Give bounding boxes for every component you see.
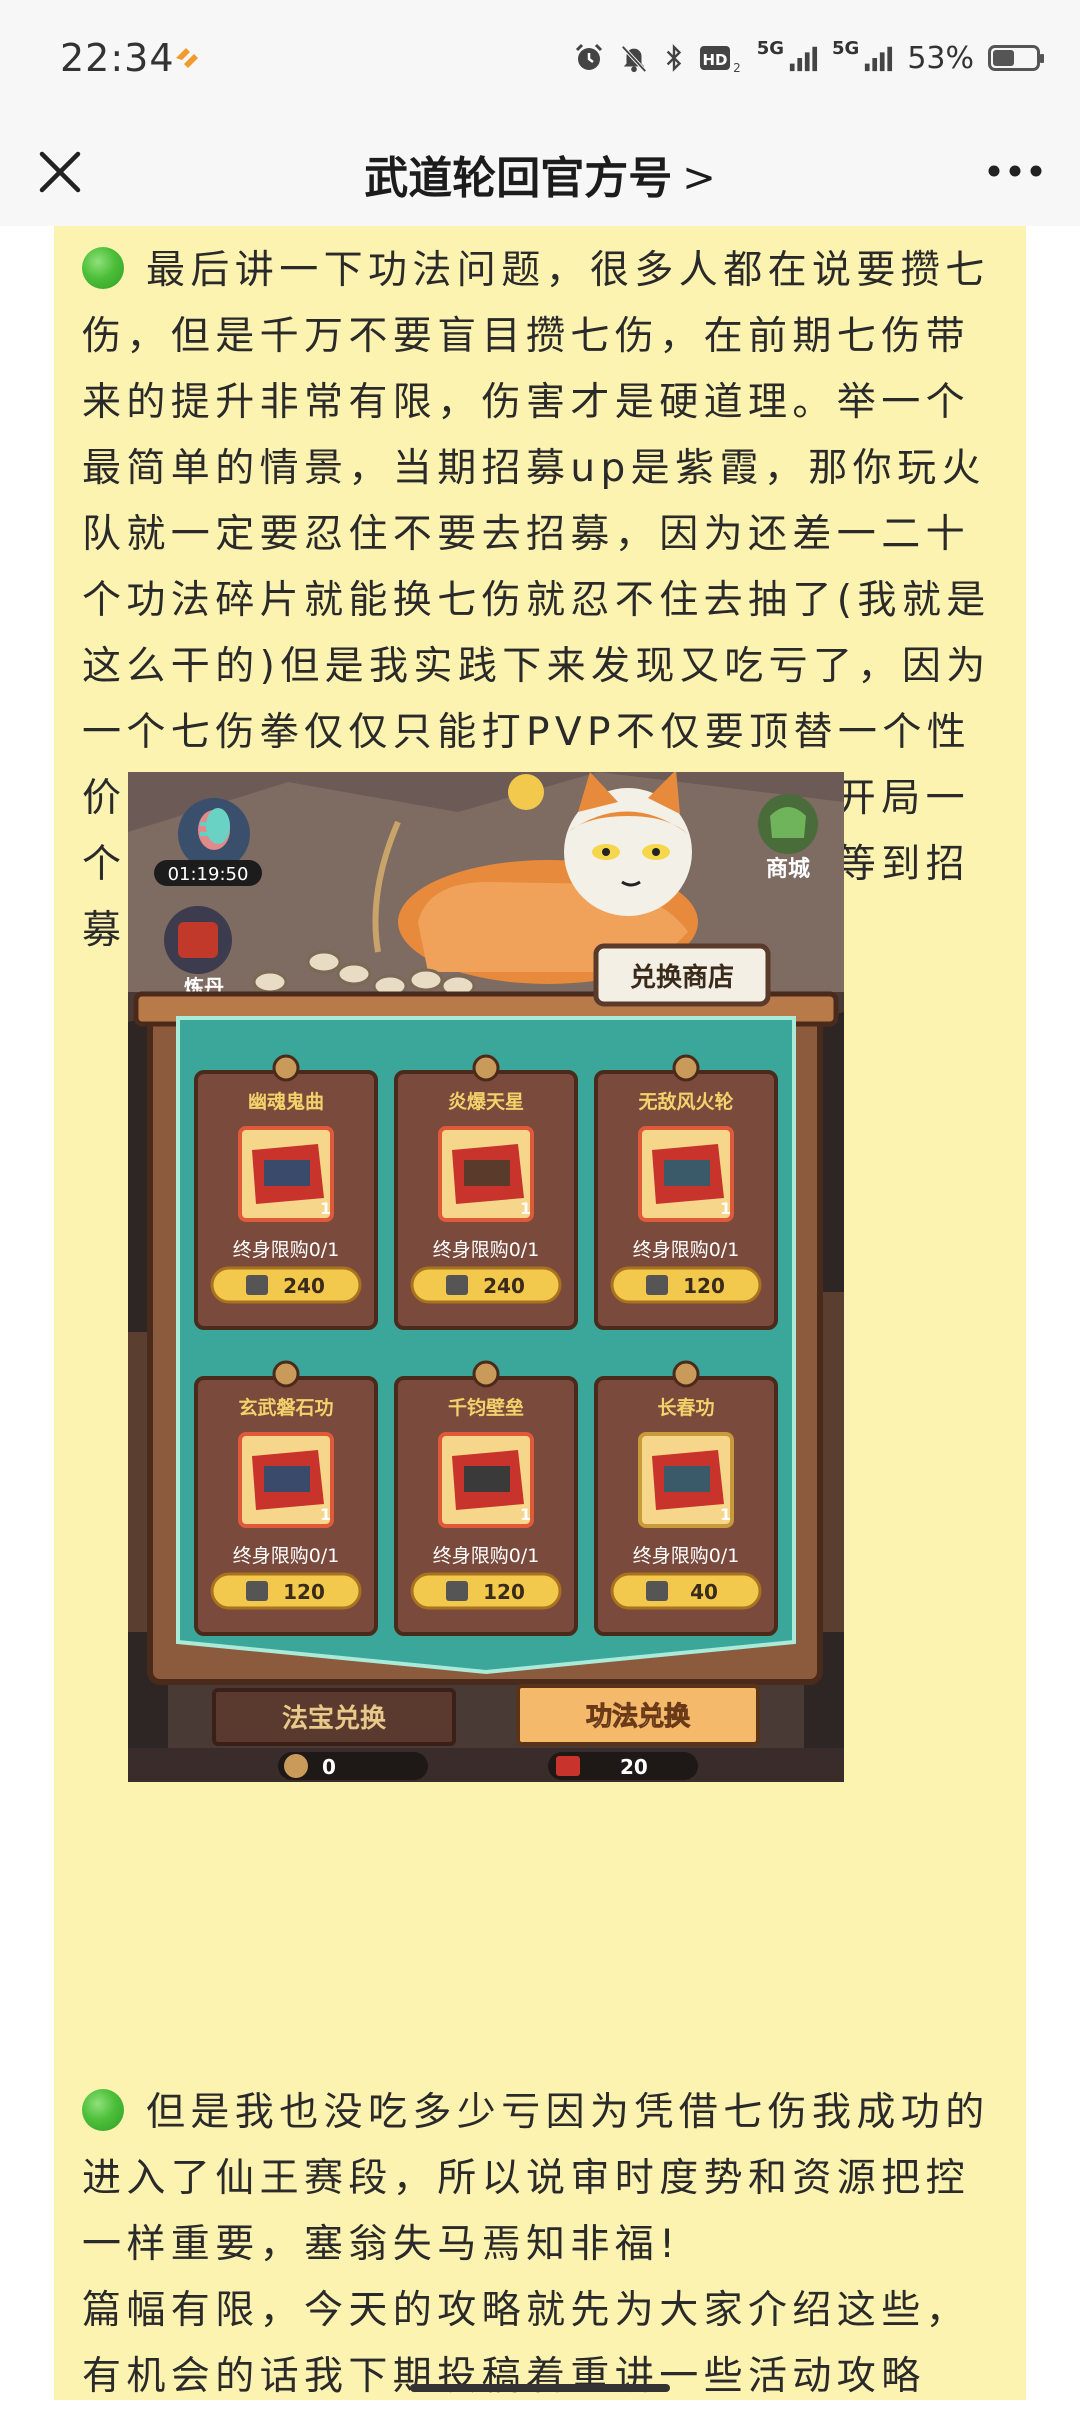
item-price: 40 [690, 1580, 718, 1604]
status-time: 22:34 [60, 36, 175, 80]
chevron-right-icon: > [682, 155, 716, 201]
svg-text:2: 2 [733, 61, 741, 74]
green-circle-icon [82, 247, 124, 289]
item-count: 1 [520, 1199, 531, 1218]
item-price: 240 [483, 1274, 525, 1298]
app-notification-icon [176, 48, 198, 68]
side-label-right: 商城 [766, 856, 810, 882]
tab-treasure-exchange[interactable]: 法宝兑换 [212, 1688, 456, 1746]
status-icons: HD 2 5G 5G 53% [573, 36, 1044, 80]
item-count: 1 [320, 1199, 331, 1218]
item-count: 1 [520, 1505, 531, 1524]
item-limit: 终身限购0/1 [433, 1239, 540, 1261]
mute-icon [621, 45, 647, 73]
home-indicator[interactable] [410, 2384, 670, 2392]
item-name: 玄武磐石功 [238, 1396, 333, 1419]
tab-skill-exchange[interactable]: 功法兑换 [516, 1684, 760, 1746]
account-title-link[interactable]: 武道轮回官方号 > [0, 142, 1080, 206]
shop-item-card[interactable]: 长春功 1 终身限购0/1 40 [594, 1360, 778, 1636]
tab-label: 功法兑换 [586, 1702, 691, 1732]
paragraph-2-text: 但是我也没吃多少亏因为凭借七伤我成功的进入了仙王赛段，所以说审时度势和资源把控一… [82, 2090, 990, 2267]
item-name: 长春功 [657, 1396, 714, 1419]
battery-percent: 53% [907, 40, 974, 76]
network-label-1: 5G [756, 37, 784, 59]
shop-item-card[interactable]: 幽魂鬼曲 1 终身限购0/1 240 [194, 1054, 378, 1330]
item-limit: 终身限购0/1 [233, 1239, 340, 1261]
network-label-2: 5G [832, 37, 860, 59]
tab-label: 法宝兑换 [282, 1703, 387, 1734]
shop-item-card[interactable]: 无敌风火轮 1 终身限购0/1 120 [594, 1054, 778, 1330]
shop-item-card[interactable]: 玄武磐石功 1 终身限购0/1 120 [194, 1360, 378, 1636]
hd-icon: HD 2 [699, 46, 741, 74]
item-limit: 终身限购0/1 [233, 1545, 340, 1567]
item-price: 120 [283, 1580, 325, 1604]
shop-title: 兑换商店 [630, 962, 734, 993]
item-price: 120 [683, 1274, 725, 1298]
alarm-icon [575, 43, 602, 70]
shop-item-card[interactable]: 炎爆天星 1 终身限购0/1 240 [394, 1054, 578, 1330]
event-timer: 01:19:50 [168, 864, 249, 885]
item-limit: 终身限购0/1 [633, 1545, 740, 1567]
item-count: 1 [720, 1199, 731, 1218]
article-paragraph: 但是我也没吃多少亏因为凭借七伤我成功的进入了仙王赛段，所以说审时度势和资源把控一… [82, 2080, 1012, 2278]
bluetooth-icon [666, 44, 681, 72]
hd-badge-text: HD [702, 51, 727, 69]
signal-icon [865, 46, 893, 72]
currency-1: 0 [322, 1755, 336, 1779]
battery-icon [988, 45, 1044, 71]
item-name: 幽魂鬼曲 [248, 1090, 324, 1113]
more-icon[interactable] [980, 146, 1050, 196]
currency-2: 20 [620, 1755, 648, 1779]
item-name: 无敌风火轮 [638, 1090, 733, 1113]
game-screenshot-art: 01:19:50 炼丹 商城 兑换商店 幽魂鬼曲 1 终身限购0/1 240 炎… [128, 772, 844, 1782]
item-count: 1 [720, 1505, 731, 1524]
signal-icon [789, 46, 818, 72]
status-bar: 22:34 HD 2 5G 5G 53% [0, 0, 1080, 118]
game-screenshot[interactable]: 01:19:50 炼丹 商城 兑换商店 幽魂鬼曲 1 终身限购0/1 240 炎… [128, 772, 844, 1782]
shop-item-card[interactable]: 千钧壁垒 1 终身限购0/1 120 [394, 1360, 578, 1636]
item-name: 千钧壁垒 [448, 1396, 524, 1419]
green-circle-icon [82, 2089, 124, 2131]
paragraph-3-text: 篇幅有限，今天的攻略就先为大家介绍这些，有机会的话我下期投稿着重讲一些活动攻略 [82, 2288, 971, 2399]
item-price: 120 [483, 1580, 525, 1604]
nav-bar: 武道轮回官方号 > [0, 118, 1080, 226]
item-name: 炎爆天星 [448, 1091, 524, 1113]
account-title: 武道轮回官方号 [364, 153, 673, 204]
item-limit: 终身限购0/1 [633, 1239, 740, 1261]
item-limit: 终身限购0/1 [433, 1545, 540, 1567]
item-price: 240 [283, 1274, 325, 1298]
item-count: 1 [320, 1505, 331, 1524]
